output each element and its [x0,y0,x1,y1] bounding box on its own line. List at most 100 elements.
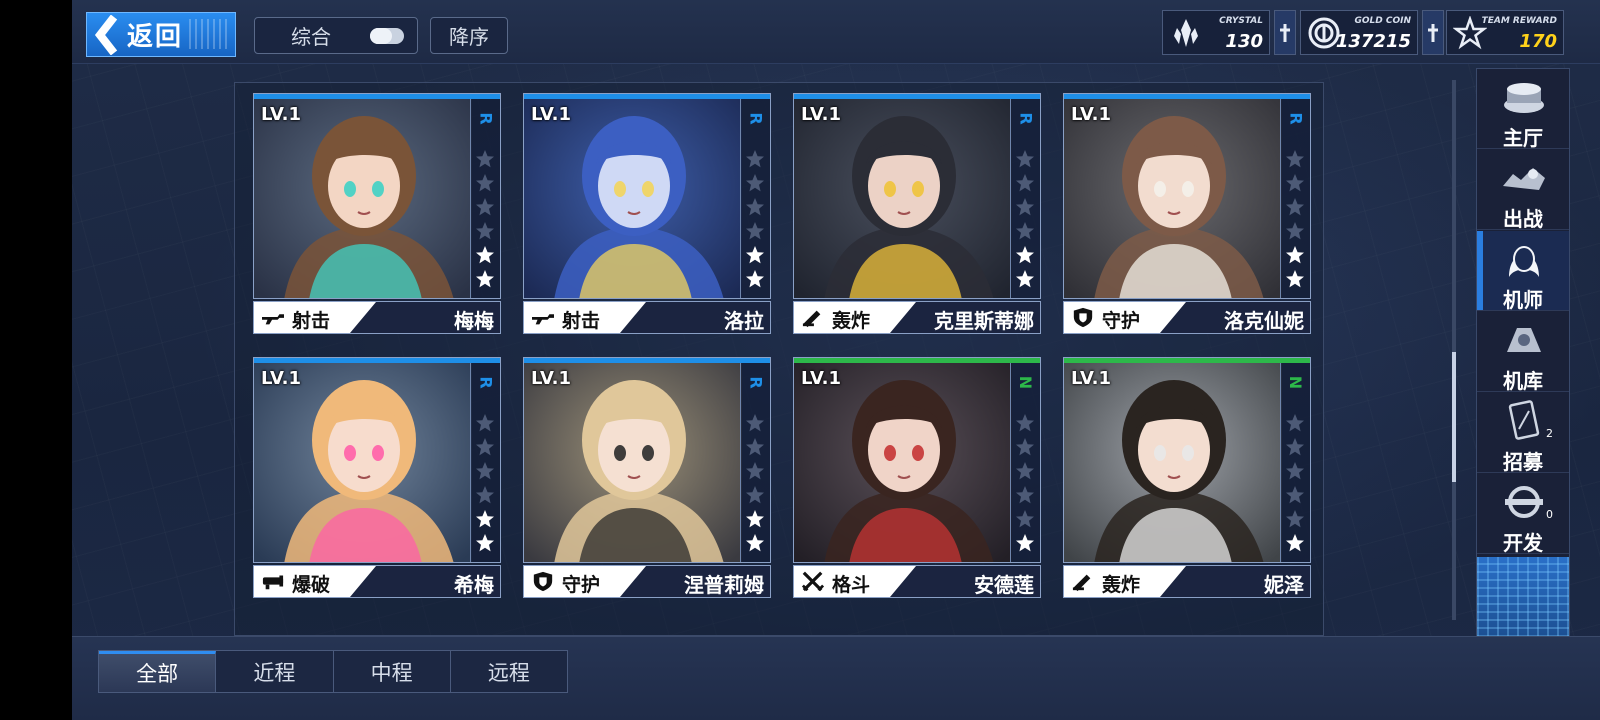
back-button[interactable]: 返回 [86,12,236,57]
pilot-card[interactable]: LV.1 N 轰炸 妮泽 [1063,357,1311,601]
hall-icon [1504,83,1544,113]
star-empty-icon [476,414,494,432]
star-filled-icon [1286,246,1304,264]
nav-item-4[interactable]: 2 招募 [1477,393,1569,474]
develop-wrench-icon [1505,486,1543,518]
star-empty-icon [746,486,764,504]
order-label: 降序 [449,25,489,49]
pilot-role: 射击 [562,310,601,332]
rarity-label: R [1286,112,1306,125]
pilot-info-bar: 轰炸 妮泽 [1063,565,1311,598]
pilot-screen: 返回 综合 降序 CRYSTAL 130 GOLD COIN 137215 TE… [72,0,1600,720]
pilot-card[interactable]: LV.1 R 轰炸 克里斯蒂娜 [793,93,1041,337]
star-filled-icon [476,270,494,288]
rarity-label: N [1015,375,1035,390]
pilot-level: LV.1 [531,368,571,389]
star-rating [1015,413,1035,553]
pilot-info-bar: 射击 梅梅 [253,301,501,334]
side-nav: 主厅 出战 机师 机库 2 招募 0 开发 [1476,68,1570,638]
rarity-rail: R [1010,99,1040,298]
minimap-button[interactable] [1477,557,1569,637]
pilot-level: LV.1 [261,104,301,125]
star-empty-icon [1286,198,1304,216]
nav-item-5[interactable]: 0 开发 [1477,474,1569,555]
nav-item-1[interactable]: 出战 [1477,150,1569,231]
nav-label: 开发 [1503,531,1543,555]
pilot-level: LV.1 [531,104,571,125]
team-reward-counter: TEAM REWARD 170 [1446,10,1564,55]
mortar-icon [802,310,821,328]
pilot-icon [1509,246,1539,277]
star-empty-icon [1286,462,1304,480]
rarity-rail: R [740,363,770,562]
sort-label: 综合 [291,25,331,49]
pilot-name: 洛拉 [724,309,764,333]
add-gold-button[interactable] [1422,10,1444,55]
pilot-card[interactable]: LV.1 R 射击 梅梅 [253,93,501,337]
star-empty-icon [1016,462,1034,480]
crystal-counter: CRYSTAL 130 [1162,10,1270,55]
pilot-role: 守护 [562,574,601,596]
nav-label: 招募 [1503,450,1543,474]
pilot-level: LV.1 [1071,368,1111,389]
pilot-info-bar: 守护 涅普莉姆 [523,565,771,598]
star-empty-icon [1016,438,1034,456]
crystal-icon [1163,11,1209,54]
pilot-portrait: LV.1 N [793,357,1041,563]
star-filled-icon [476,510,494,528]
star-empty-icon [476,174,494,192]
sort-dropdown[interactable]: 综合 [254,17,418,54]
rarity-label: R [746,376,766,389]
star-empty-icon [746,462,764,480]
pilot-info-bar: 轰炸 克里斯蒂娜 [793,301,1041,334]
nav-label: 主厅 [1503,126,1543,150]
pilot-card[interactable]: LV.1 R 射击 洛拉 [523,93,771,337]
rarity-label: N [1285,375,1305,390]
star-empty-icon [1016,150,1034,168]
pilot-card[interactable]: LV.1 R 守护 涅普莉姆 [523,357,771,601]
top-bar: 返回 综合 降序 CRYSTAL 130 GOLD COIN 137215 TE… [72,0,1600,64]
star-empty-icon [1286,414,1304,432]
star-empty-icon [476,486,494,504]
star-empty-icon [1016,486,1034,504]
range-filter-tabs: 全部 近程 中程 远程 [98,650,568,693]
pilot-name: 洛克仙妮 [1224,309,1304,333]
pilot-info-bar: 爆破 希梅 [253,565,501,598]
star-empty-icon [476,222,494,240]
star-filled-icon [1286,534,1304,552]
pilot-level: LV.1 [801,104,841,125]
launcher-icon [262,575,284,590]
pilot-card[interactable]: LV.1 R 守护 洛克仙妮 [1063,93,1311,337]
pilot-info-bar: 格斗 安德莲 [793,565,1041,598]
star-empty-icon [1016,222,1034,240]
tab-2[interactable]: 中程 [334,651,451,692]
nav-badge: 2 [1546,427,1553,440]
tab-3[interactable]: 远程 [451,651,567,692]
tab-0[interactable]: 全部 [99,651,217,692]
nav-item-0[interactable]: 主厅 [1477,69,1569,150]
pilot-card[interactable]: LV.1 N 格斗 安德莲 [793,357,1041,601]
pilot-role: 轰炸 [1102,574,1141,596]
scrollbar[interactable] [1452,80,1456,620]
star-empty-icon [746,438,764,456]
chevron-left-icon [87,13,127,56]
star-empty-icon [1016,414,1034,432]
star-empty-icon [476,150,494,168]
pilot-portrait: LV.1 R [523,357,771,563]
star-rating [745,413,765,553]
star-rating [1015,149,1035,289]
star-filled-icon [1016,534,1034,552]
nav-item-3[interactable]: 机库 [1477,312,1569,393]
hangar-icon [1507,328,1541,352]
pilot-level: LV.1 [801,368,841,389]
star-rating [745,149,765,289]
add-crystal-button[interactable] [1274,10,1296,55]
nav-item-2[interactable]: 机师 [1477,231,1569,312]
star-filled-icon [1016,246,1034,264]
star-empty-icon [746,150,764,168]
tab-1[interactable]: 近程 [216,651,334,692]
star-filled-icon [1016,270,1034,288]
nav-label: 机师 [1503,288,1543,312]
pilot-card[interactable]: LV.1 R 爆破 希梅 [253,357,501,601]
order-button[interactable]: 降序 [430,17,508,54]
